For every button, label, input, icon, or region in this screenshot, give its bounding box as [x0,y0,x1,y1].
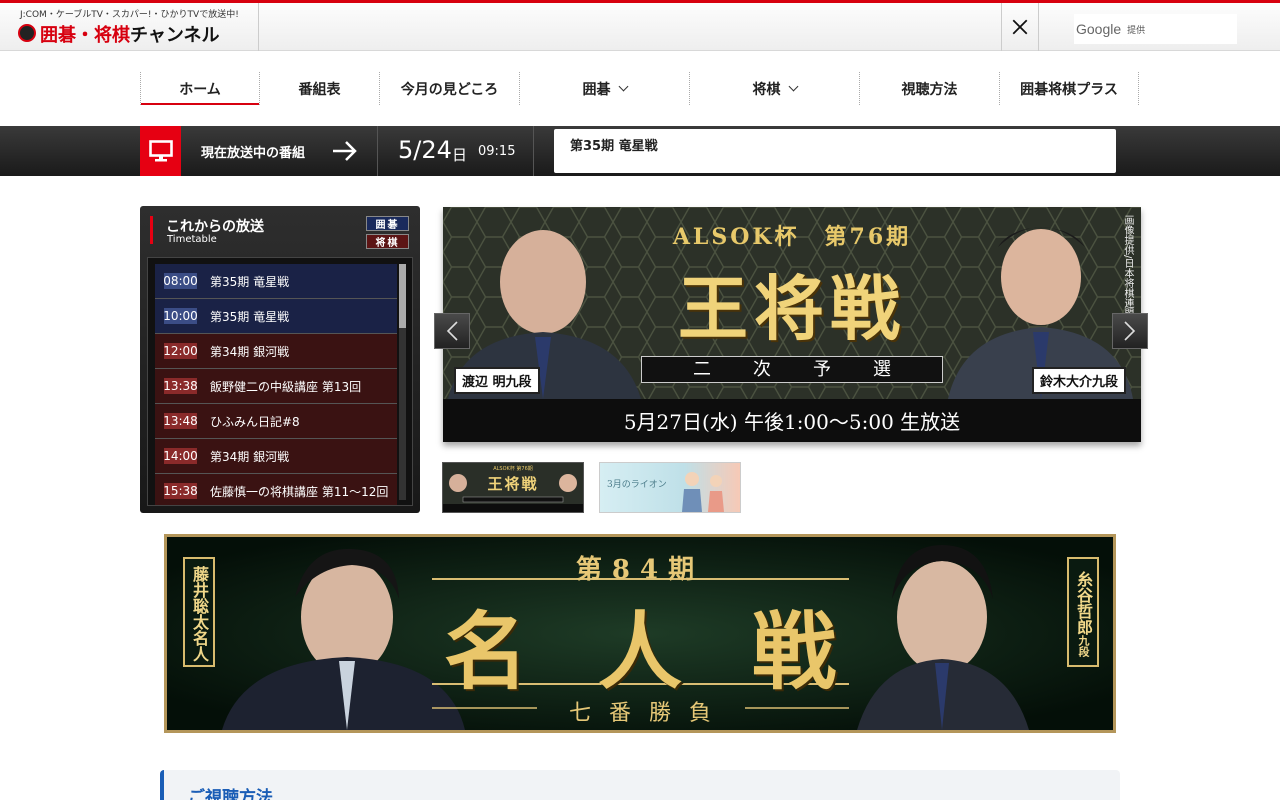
onair-program-title[interactable]: 第35期 竜星戦 [554,129,1116,173]
logo-text-part2: チャンネル [130,25,220,46]
meijin-subtitle: 七番勝負 [568,701,729,726]
meijin-title: 名人戦 [443,602,906,701]
google-brand: Google [1076,21,1122,37]
nav-label: 将棋 [752,81,781,98]
main-nav: ホーム 番組表 今月の見どころ 囲碁 将棋 視聴方法 囲碁将棋プラス [140,72,1140,105]
slider-next-button[interactable] [1112,313,1148,349]
timetable-row[interactable]: 12:00 第34期 銀河戦 [155,334,397,369]
timetable-row[interactable]: 13:38 飯野健二の中級講座 第13回 [155,369,397,404]
timetable-row[interactable]: 15:38 佐藤慎一の将棋講座 第11～12回 [155,474,397,505]
timetable-row[interactable]: 13:48 ひふみん日記#8 [155,404,397,439]
nav-shogi[interactable]: 将棋 [690,72,860,105]
nav-label: 囲碁将棋プラス [1020,81,1118,98]
nav-igo[interactable]: 囲碁 [520,72,690,105]
timetable-program: 第35期 竜星戦 [210,274,290,289]
nav-label: 視聴方法 [901,81,958,98]
slider-thumbnail-march-lion[interactable]: 3月のライオン [599,462,741,513]
timetable-row[interactable]: 10:00 第35期 竜星戦 [155,299,397,334]
timetable-scrollbar[interactable] [399,264,406,500]
timetable-program: 佐藤慎一の将棋講座 第11～12回 [210,484,389,499]
onair-date: 5/24 [398,136,452,164]
timetable-time: 13:48 [163,413,198,429]
arrow-right-icon[interactable] [331,139,359,163]
logo-text-part1: 囲碁・将棋 [40,25,130,46]
thumb-art [443,474,583,512]
hero-player-right: 鈴木大介九段 [1032,367,1127,394]
google-search-input[interactable]: Google 提供 [1074,14,1237,44]
timetable-time: 14:00 [163,448,198,464]
meijin-player-right: 糸谷哲郎九段 [1067,557,1099,667]
now-on-air-bar: 現在放送中の番組 5/24 日 09:15 第35期 竜星戦 [0,126,1280,176]
thumb-art [682,472,724,512]
section-title: ご視聴方法 [188,788,273,800]
chevron-left-icon [446,321,458,341]
onair-time: 09:15 [478,144,516,159]
broadcast-tagline: J:COM・ケーブルTV・スカパー!・ひかりTVで放送中! [20,10,239,20]
timetable-time: 15:38 [163,483,198,499]
nav-igo-shogi-plus[interactable]: 囲碁将棋プラス [1000,72,1139,105]
onair-day: 日 [452,146,468,164]
nav-label: 今月の見どころ [400,81,499,98]
timetable-time: 13:38 [163,378,198,394]
timetable-row[interactable]: 14:00 第34期 銀河戦 [155,439,397,474]
google-provided-label: 提供 [1127,25,1146,36]
slider-thumbnail-oshosen[interactable]: ALSOK杯 第76期 王将戦 [442,462,584,513]
nav-label: 番組表 [298,81,341,98]
timetable-row[interactable]: 08:00 第35期 竜星戦 [155,264,397,299]
timetable-program: 第35期 竜星戦 [210,309,290,324]
nav-label: ホーム [179,81,221,98]
timetable-panel: これからの放送 Timetable 囲碁 将棋 08:00 第35期 竜星戦 10… [140,206,420,513]
meijin-term: 第84期 [575,555,705,585]
timetable-program: ひふみん日記#8 [210,414,300,429]
hero-stage: 二次予選 [641,356,943,383]
site-logo[interactable]: J:COM・ケーブルTV・スカパー!・ひかりTVで放送中! 囲碁・将棋チャンネル [0,3,259,51]
nav-how-to-watch[interactable]: 視聴方法 [860,72,1000,105]
now-on-air-label[interactable]: 現在放送中の番組 [201,142,305,161]
hero-image-credit: 画像提供/日本将棋連盟 [1122,215,1133,319]
chevron-down-icon [788,81,798,92]
chevron-right-icon [1124,321,1136,341]
timetable-subtitle: Timetable [167,234,217,245]
filter-shogi-button[interactable]: 将棋 [366,234,409,249]
hero-cup-label: ALSOK杯 第76期 [672,224,912,250]
nav-schedule[interactable]: 番組表 [260,72,380,105]
x-logo-icon [1012,19,1028,35]
divider [377,126,378,176]
x-social-link[interactable] [1001,3,1039,51]
meijin-banner[interactable]: 第84期 名人戦 七番勝負 藤井聡太名人 糸谷哲郎九段 [164,534,1116,733]
chevron-down-icon [618,81,628,92]
nav-monthly-highlights[interactable]: 今月の見どころ [380,72,520,105]
timetable-time: 08:00 [163,273,198,289]
player-rank: 九段 [1077,635,1090,657]
scrollbar-thumb[interactable] [399,264,406,328]
nav-home[interactable]: ホーム [140,72,260,105]
player-name: 糸谷哲郎 [1074,571,1093,635]
timetable-time: 10:00 [163,308,198,324]
hero-player-left: 渡辺 明九段 [454,367,540,394]
timetable-title: これからの放送 [166,219,264,235]
timetable-program: 第34期 銀河戦 [210,344,290,359]
timetable-program: 第34期 銀河戦 [210,449,290,464]
monitor-icon [148,140,173,162]
filter-igo-button[interactable]: 囲碁 [366,216,409,231]
go-stone-logo-icon [18,24,36,42]
timetable-accent [150,216,153,244]
logo-text: 囲碁・将棋チャンネル [40,21,219,47]
hero-title: 王将戦 [678,267,906,350]
tv-icon [140,126,181,176]
how-to-watch-section: ご視聴方法 [160,770,1120,800]
slider-prev-button[interactable] [434,313,470,349]
timetable-program: 飯野健二の中級講座 第13回 [210,379,362,394]
hero-slider-banner[interactable]: ALSOK杯 第76期 王将戦 二次予選 渡辺 明九段 鈴木大介九段 画像提供/… [443,207,1141,442]
meijin-player-left: 藤井聡太名人 [183,557,215,667]
timetable-list[interactable]: 08:00 第35期 竜星戦 10:00 第35期 竜星戦 12:00 第34期 銀河… [147,257,413,506]
nav-label: 囲碁 [582,81,611,98]
timetable-time: 12:00 [163,343,198,359]
divider [533,126,534,176]
site-header: J:COM・ケーブルTV・スカパー!・ひかりTVで放送中! 囲碁・将棋チャンネル… [0,3,1280,51]
hero-broadcast-date: 5月27日(水) 午後1:00～5:00 生放送 [623,410,961,434]
